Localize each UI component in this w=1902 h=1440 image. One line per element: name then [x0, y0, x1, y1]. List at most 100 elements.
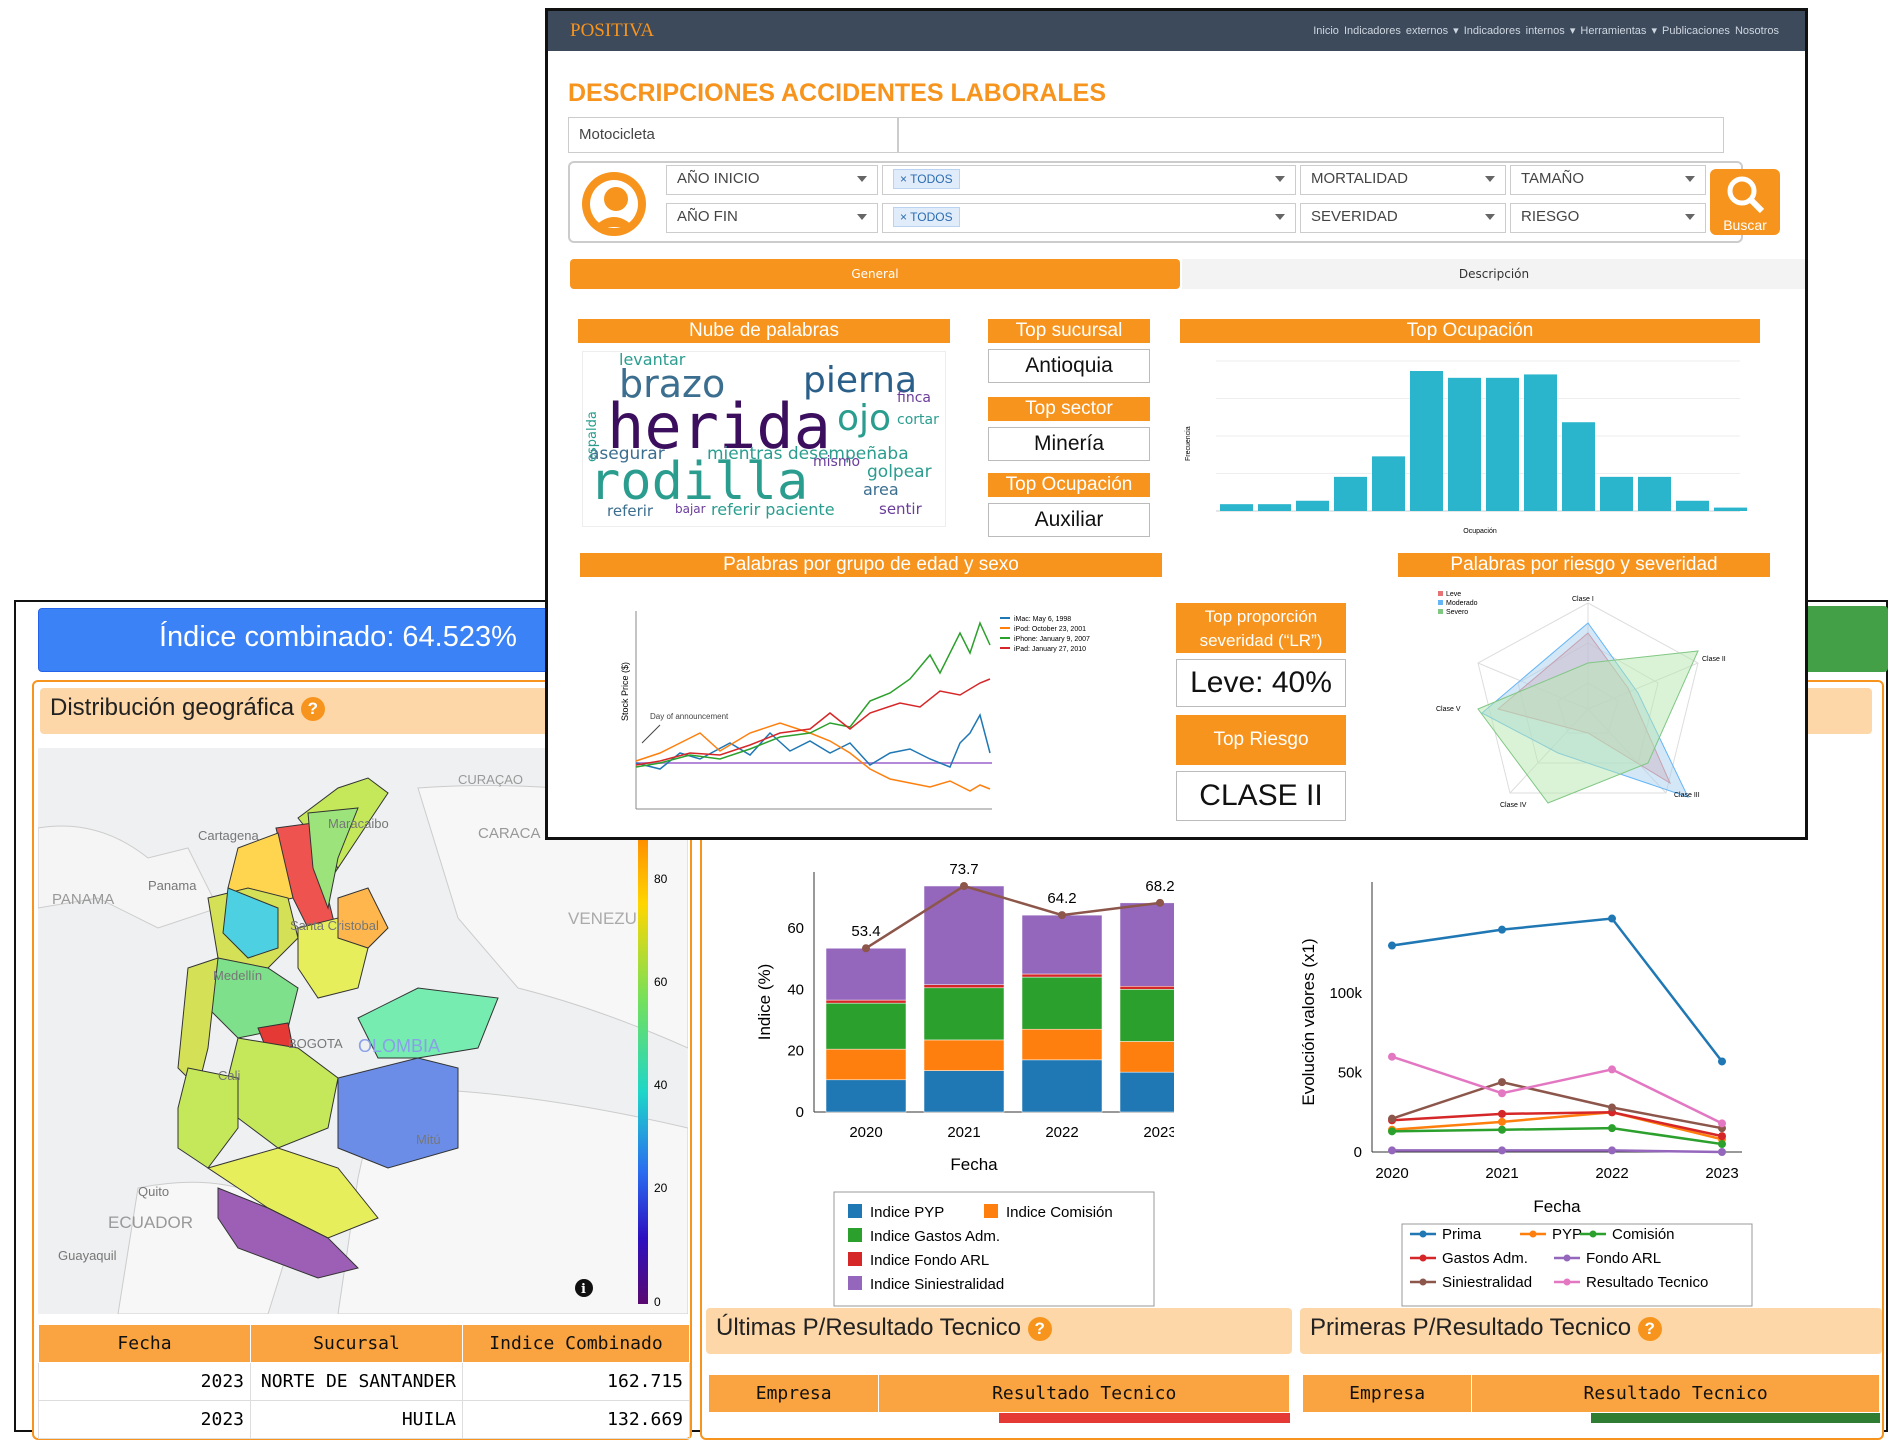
data-label: 64.2 [1047, 890, 1076, 907]
ano-fin-select[interactable]: AÑO FIN [666, 203, 878, 233]
todos-select-2[interactable]: × TODOS [882, 203, 1296, 233]
tamano-select[interactable]: TAMAÑO [1510, 165, 1706, 195]
legend-swatch [1419, 1254, 1427, 1262]
chevron-down-icon [857, 214, 867, 220]
line-point [1608, 1124, 1616, 1133]
radar-chart[interactable]: Clase I Clase II Clase III Clase IV Clas… [1398, 583, 1770, 833]
line-point [1608, 1103, 1616, 1112]
y-axis-label: Frecuencia [1185, 426, 1192, 461]
map-label: Guayaquil [58, 1248, 117, 1263]
radar-axis-label: Clase V [1436, 706, 1461, 713]
stacked-bar-chart[interactable]: 0 20 40 60 Indice (%) 2020 53.4 2021 73.7 2022 64.… [714, 812, 1174, 1312]
bar [1220, 504, 1253, 511]
line-point [1388, 1052, 1396, 1061]
todos-select-1[interactable]: × TODOS [882, 165, 1296, 195]
legend-swatch [1563, 1254, 1571, 1262]
word: area [863, 480, 899, 499]
tamano-label: TAMAÑO [1521, 170, 1585, 187]
chevron-down-icon [1485, 176, 1495, 182]
todos-tag-label: TODOS [910, 172, 953, 186]
line-point [1608, 1146, 1616, 1155]
mortalidad-select[interactable]: MORTALIDAD [1300, 165, 1506, 195]
legend-swatch [848, 1276, 862, 1290]
legend-item: PYP [1552, 1226, 1582, 1243]
line-point [1498, 1078, 1506, 1087]
table-row[interactable]: 2023 NORTE DE SANTANDER 162.715 [38, 1362, 690, 1401]
legend-item: Comisión [1612, 1226, 1675, 1243]
chevron-down-icon [857, 176, 867, 182]
bar [1334, 476, 1367, 511]
riesgo-select[interactable]: RIESGO [1510, 203, 1706, 233]
legend-item: Indice PYP [870, 1204, 944, 1221]
line-point [960, 881, 968, 890]
word: ojo [837, 398, 892, 439]
cell-indice: 162.715 [462, 1362, 690, 1401]
legend-item: iMac: May 6, 1998 [1014, 616, 1071, 623]
word: cortar [897, 412, 939, 428]
column-header-resultado[interactable]: Resultado Tecnico [1471, 1374, 1880, 1413]
bar-segment [923, 1039, 1005, 1071]
legend-item: Fondo ARL [1586, 1250, 1661, 1267]
column-header-empresa[interactable]: Empresa [707, 1374, 880, 1413]
edad-sexo-chart[interactable]: Stock Price ($) Day of announcement iMac… [580, 583, 1162, 829]
tab-general[interactable]: General [570, 259, 1180, 289]
line-chart[interactable]: 0 50k 100k Evolución valores (x1) 2020 2021 20… [1292, 812, 1792, 1312]
riesgo-severidad-title: Palabras por riesgo y severidad [1398, 553, 1770, 577]
top-sector-title: Top sector [988, 397, 1150, 421]
ultimas-table: Empresa Resultado Tecnico [707, 1374, 1290, 1423]
line-point [1498, 1109, 1506, 1118]
legend-swatch [848, 1228, 862, 1242]
accident-descriptions-window: POSITIVA Inicio Indicadores externos ▾ I… [545, 8, 1808, 840]
ocupacion-bar-chart[interactable]: Frecuencia Ocupación [1180, 351, 1770, 537]
bar [1486, 377, 1519, 511]
word: golpear [867, 462, 932, 482]
bar-segment [1021, 1028, 1103, 1061]
bar-segment [825, 1079, 907, 1113]
geo-title: Distribución geográfica [50, 694, 295, 721]
nav-menu[interactable]: Inicio Indicadores externos ▾ Indicadore… [1313, 24, 1779, 37]
x-axis-label: Fecha [950, 1155, 998, 1174]
bar-segment [1119, 1071, 1174, 1113]
search-value: Motocicleta [579, 126, 655, 143]
tab-descripcion[interactable]: Descripción [1182, 259, 1805, 289]
severidad-select[interactable]: SEVERIDAD [1300, 203, 1506, 233]
line-point [1718, 1140, 1726, 1149]
primeras-table: Empresa Resultado Tecnico [1301, 1374, 1880, 1423]
map-label: Maracaibo [328, 816, 389, 831]
legend-item: Gastos Adm. [1442, 1250, 1528, 1267]
chevron-down-icon [1275, 214, 1285, 220]
ano-inicio-select[interactable]: AÑO INICIO [666, 165, 878, 195]
column-header-indice[interactable]: Indice Combinado [462, 1324, 690, 1363]
series-line [1391, 917, 1723, 1063]
radar-axis-label: Clase II [1702, 656, 1726, 663]
brand-logo[interactable]: POSITIVA [570, 20, 654, 42]
map-label: BOGOTA [288, 1036, 343, 1051]
help-icon[interactable]: ? [1027, 1316, 1052, 1341]
line-point [1156, 898, 1164, 907]
column-header-sucursal[interactable]: Sucursal [250, 1324, 463, 1363]
column-header-empresa[interactable]: Empresa [1301, 1374, 1473, 1413]
todos-tag[interactable]: × TODOS [893, 207, 960, 227]
word: referir paciente [711, 500, 835, 519]
legend-item: Indice Siniestralidad [870, 1276, 1004, 1293]
buscar-button[interactable]: Buscar [1710, 169, 1780, 235]
column-header-fecha[interactable]: Fecha [38, 1324, 251, 1363]
legend-item: iPod: October 23, 2001 [1014, 626, 1086, 633]
severidad-label: SEVERIDAD [1311, 208, 1398, 225]
search-input[interactable] [898, 117, 1724, 153]
bar [1410, 371, 1443, 511]
help-icon[interactable]: ? [1637, 1316, 1662, 1341]
chevron-down-icon [1685, 176, 1695, 182]
help-icon[interactable]: ? [300, 696, 325, 721]
bar [1524, 374, 1557, 511]
search-select[interactable]: Motocicleta [568, 117, 898, 153]
bar-segment [1021, 976, 1103, 1030]
column-header-resultado[interactable]: Resultado Tecnico [878, 1374, 1290, 1413]
ano-fin-label: AÑO FIN [677, 208, 738, 225]
bar-segment [1021, 1059, 1103, 1113]
table-row[interactable]: 2023 HUILA 132.669 [38, 1400, 690, 1439]
line-point [1498, 1117, 1506, 1126]
word: espalda [585, 411, 600, 462]
todos-tag[interactable]: × TODOS [893, 169, 960, 189]
colorbar-tick: 20 [654, 1181, 668, 1195]
